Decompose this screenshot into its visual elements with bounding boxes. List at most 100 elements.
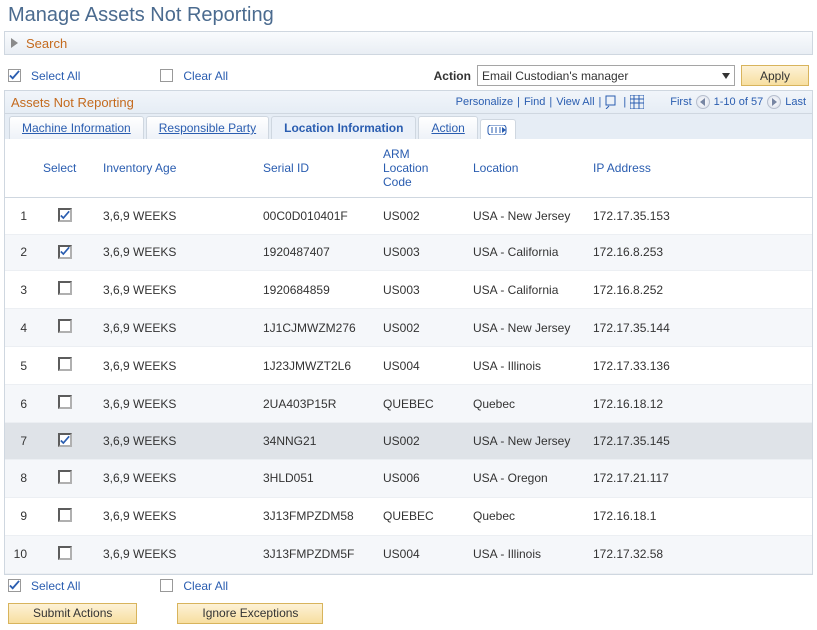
clear-all-checkbox-bottom[interactable]: [160, 579, 173, 592]
tab-responsible-party[interactable]: Responsible Party: [146, 116, 269, 139]
cell-arm-location-code: US004: [375, 535, 465, 573]
assets-panel: Assets Not Reporting Personalize | Find …: [4, 90, 813, 575]
cell-ip-address: 172.17.35.145: [585, 423, 812, 460]
row-select-cell: [35, 271, 95, 309]
row-checkbox[interactable]: [58, 281, 72, 295]
cell-inventory-age: 3,6,9 WEEKS: [95, 459, 255, 497]
footer-buttons: Submit Actions Ignore Exceptions: [0, 597, 817, 630]
ignore-exceptions-button[interactable]: Ignore Exceptions: [177, 603, 323, 624]
table-row: 53,6,9 WEEKS1J23JMWZT2L6US004USA - Illin…: [5, 347, 812, 385]
row-checkbox[interactable]: [58, 395, 72, 409]
row-select-cell: [35, 198, 95, 235]
cell-arm-location-code: US003: [375, 234, 465, 271]
check-icon: [9, 580, 20, 591]
row-select-cell: [35, 423, 95, 460]
row-index: 10: [5, 535, 35, 573]
clear-all-checkbox-top[interactable]: [160, 69, 173, 82]
select-all-checkbox-top[interactable]: [8, 69, 21, 82]
cell-inventory-age: 3,6,9 WEEKS: [95, 535, 255, 573]
row-index: 6: [5, 385, 35, 423]
submit-actions-button[interactable]: Submit Actions: [8, 603, 137, 624]
col-inventory-age[interactable]: Inventory Age: [95, 139, 255, 198]
row-index: 2: [5, 234, 35, 271]
top-toolbar: Select All Clear All Action Email Custod…: [0, 61, 817, 90]
cell-serial-id: 00C0D010401F: [255, 198, 375, 235]
tab-label: Location Information: [284, 121, 403, 135]
check-icon: [9, 70, 20, 81]
search-label: Search: [26, 36, 67, 51]
cell-inventory-age: 3,6,9 WEEKS: [95, 385, 255, 423]
row-checkbox[interactable]: [58, 357, 72, 371]
cell-ip-address: 172.16.8.252: [585, 271, 812, 309]
col-location[interactable]: Location: [465, 139, 585, 198]
row-checkbox[interactable]: [58, 470, 72, 484]
assets-table: Select Inventory Age Serial ID ARM Locat…: [5, 139, 812, 574]
cell-arm-location-code: US006: [375, 459, 465, 497]
select-all-link-top[interactable]: Select All: [31, 69, 80, 83]
col-select[interactable]: Select: [35, 139, 95, 198]
clear-all-link-bottom[interactable]: Clear All: [183, 579, 228, 593]
col-ip-address[interactable]: IP Address: [585, 139, 812, 198]
select-all-checkbox-bottom[interactable]: [8, 579, 21, 592]
row-select-cell: [35, 309, 95, 347]
cell-ip-address: 172.16.18.12: [585, 385, 812, 423]
cell-inventory-age: 3,6,9 WEEKS: [95, 234, 255, 271]
cell-serial-id: 1J23JMWZT2L6: [255, 347, 375, 385]
cell-ip-address: 172.17.32.58: [585, 535, 812, 573]
row-select-cell: [35, 497, 95, 535]
col-arm-location-code[interactable]: ARM Location Code: [375, 139, 465, 198]
cell-inventory-age: 3,6,9 WEEKS: [95, 198, 255, 235]
cell-serial-id: 1920684859: [255, 271, 375, 309]
row-checkbox[interactable]: [58, 319, 72, 333]
cell-arm-location-code: QUEBEC: [375, 497, 465, 535]
cell-location: USA - New Jersey: [465, 198, 585, 235]
range-text[interactable]: 1-10 of 57: [714, 96, 764, 108]
cell-arm-location-code: US002: [375, 423, 465, 460]
row-checkbox[interactable]: [58, 546, 72, 560]
grid-icon[interactable]: [630, 95, 644, 109]
cell-location: Quebec: [465, 385, 585, 423]
cell-ip-address: 172.17.33.136: [585, 347, 812, 385]
tab-location-information[interactable]: Location Information: [271, 116, 416, 139]
last-link[interactable]: Last: [785, 96, 806, 108]
cell-location: Quebec: [465, 497, 585, 535]
row-select-cell: [35, 347, 95, 385]
cell-inventory-age: 3,6,9 WEEKS: [95, 347, 255, 385]
row-checkbox[interactable]: [58, 208, 72, 222]
apply-button[interactable]: Apply: [741, 65, 809, 86]
table-row: 43,6,9 WEEKS1J1CJMWZM276US002USA - New J…: [5, 309, 812, 347]
cell-serial-id: 3J13FMPZDM5F: [255, 535, 375, 573]
cell-inventory-age: 3,6,9 WEEKS: [95, 309, 255, 347]
zoom-icon[interactable]: [605, 95, 619, 109]
tab-action[interactable]: Action: [418, 116, 477, 139]
clear-all-link-top[interactable]: Clear All: [183, 69, 228, 83]
find-link[interactable]: Find: [524, 96, 545, 108]
show-all-columns-icon[interactable]: [480, 119, 516, 139]
row-index: 1: [5, 198, 35, 235]
row-select-cell: [35, 385, 95, 423]
personalize-link[interactable]: Personalize: [456, 96, 513, 108]
panel-header: Assets Not Reporting Personalize | Find …: [5, 91, 812, 113]
cell-ip-address: 172.17.35.144: [585, 309, 812, 347]
col-serial-id[interactable]: Serial ID: [255, 139, 375, 198]
table-row: 33,6,9 WEEKS1920684859US003USA - Califor…: [5, 271, 812, 309]
search-section[interactable]: Search: [4, 31, 813, 55]
action-select[interactable]: Email Custodian's manager: [477, 65, 735, 86]
next-page-icon[interactable]: [767, 95, 781, 109]
row-checkbox[interactable]: [58, 245, 72, 259]
table-row: 63,6,9 WEEKS2UA403P15RQUEBECQuebec172.16…: [5, 385, 812, 423]
tab-machine-information[interactable]: Machine Information: [9, 116, 144, 139]
row-checkbox[interactable]: [58, 433, 72, 447]
cell-location: USA - New Jersey: [465, 423, 585, 460]
row-checkbox[interactable]: [58, 508, 72, 522]
first-link[interactable]: First: [670, 96, 691, 108]
cell-ip-address: 172.17.21.117: [585, 459, 812, 497]
row-index: 8: [5, 459, 35, 497]
cell-serial-id: 2UA403P15R: [255, 385, 375, 423]
expand-icon[interactable]: [11, 38, 18, 48]
prev-page-icon[interactable]: [696, 95, 710, 109]
cell-location: USA - California: [465, 234, 585, 271]
cell-location: USA - Oregon: [465, 459, 585, 497]
view-all-link[interactable]: View All: [556, 96, 594, 108]
select-all-link-bottom[interactable]: Select All: [31, 579, 80, 593]
